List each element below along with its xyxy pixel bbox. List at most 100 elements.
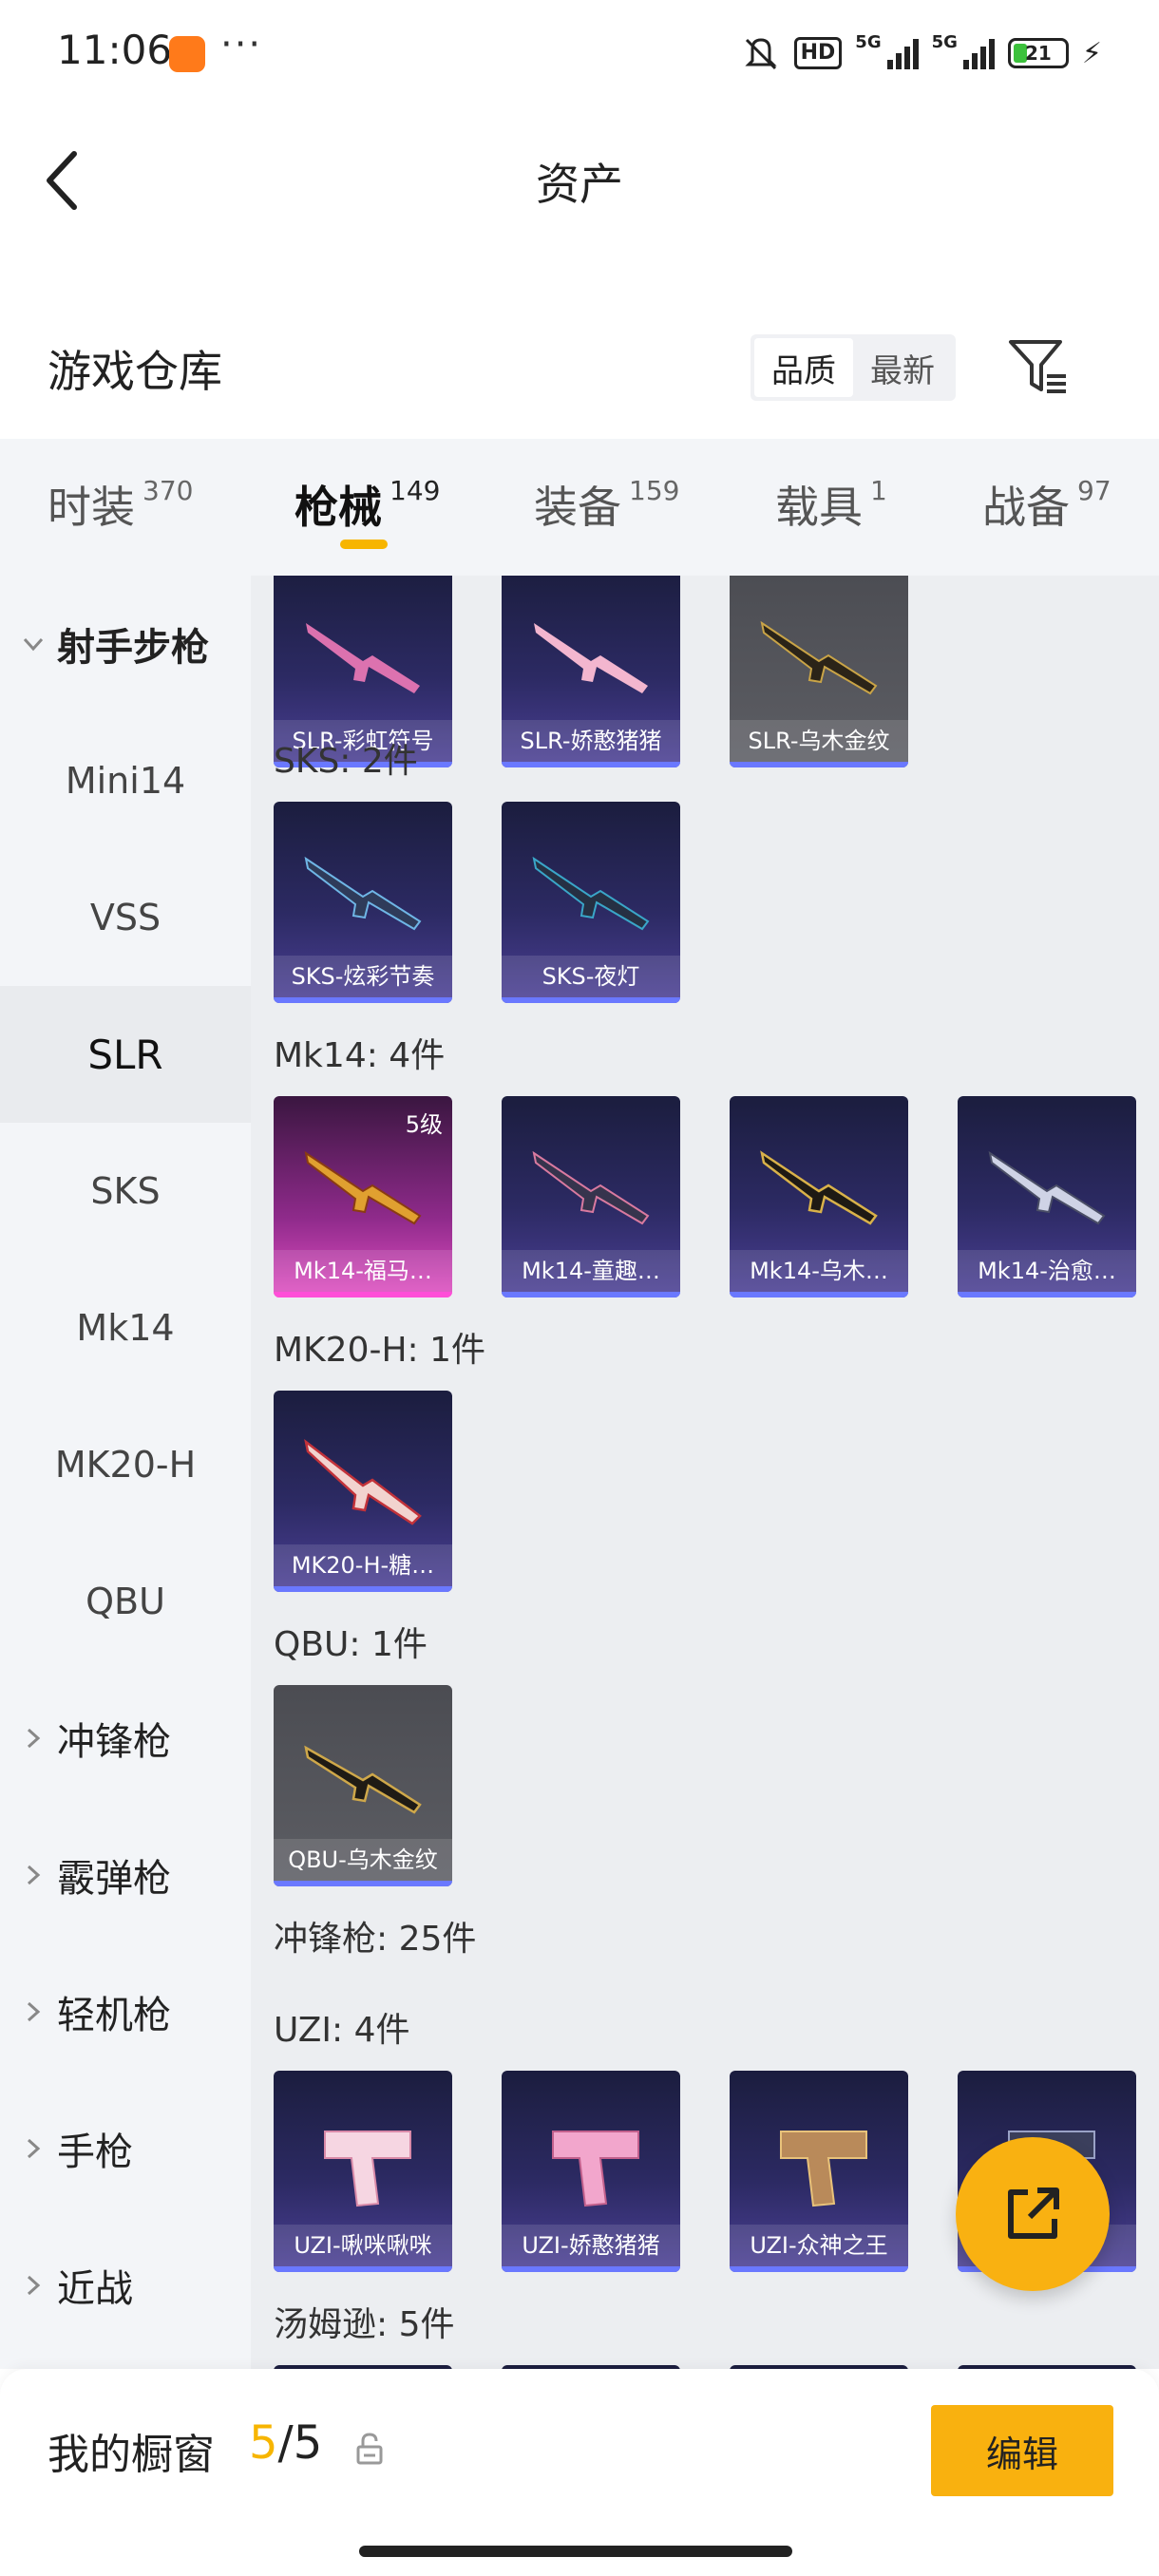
signal-icon [886, 37, 919, 69]
section-label-sks: SKS: 2件 [274, 742, 418, 781]
home-indicator [359, 2546, 792, 2557]
weapon-card-uzi-pig[interactable]: UZI-娇憨猪猪 [502, 2071, 680, 2272]
hd-icon: HD [793, 37, 843, 69]
tab-guns[interactable]: 枪械 149 [294, 473, 440, 536]
shopping-app-icon [169, 36, 205, 72]
sidebar-group-label: 射手步枪 [57, 626, 209, 670]
section-label-thompson: 汤姆逊: 5件 [274, 2305, 455, 2344]
showcase-label: 我的橱窗 [48, 2431, 215, 2479]
weapon-name: SKS-夜灯 [502, 956, 680, 997]
sort-by-quality[interactable]: 品质 [754, 338, 853, 397]
filter-icon [1009, 340, 1066, 393]
weapon-name: MK20-H-糖… [274, 1544, 452, 1586]
weapon-card-mk14-ebony[interactable]: Mk14-乌木… [730, 1096, 908, 1297]
chevron-right-icon [27, 2001, 41, 2022]
more-notifications-icon: ··· [220, 23, 263, 66]
sidebar-item-mini14[interactable]: Mini14 [0, 712, 251, 849]
section-label-mk14: Mk14: 4件 [274, 1036, 446, 1075]
app-header: 资产 [0, 104, 1159, 247]
tab-label: 装备 [534, 482, 621, 533]
lock-icon [355, 2432, 384, 2466]
warehouse-title: 游戏仓库 [48, 346, 222, 397]
battery-icon: 21 [1007, 38, 1069, 68]
weapon-name: Mk14-童趣… [502, 1250, 680, 1292]
chevron-right-icon [27, 1865, 41, 1885]
sidebar-group-melee[interactable]: 近战 [0, 2217, 251, 2354]
weapon-name: Mk14-治愈… [958, 1250, 1136, 1292]
weapon-category-sidebar: 射手步枪 Mini14 VSS SLR SKS Mk14 MK20-H QBU … [0, 576, 251, 2369]
weapon-card-mk20h-candy[interactable]: MK20-H-糖… [274, 1391, 452, 1592]
weapon-name: SLR-乌木金纹 [730, 720, 908, 762]
weapon-card-mk14-childlike[interactable]: Mk14-童趣… [502, 1096, 680, 1297]
rifle-icon [304, 856, 422, 931]
sidebar-group-shotgun[interactable]: 霰弹枪 [0, 1807, 251, 1943]
rifle-icon [760, 1150, 878, 1225]
section-label-mk20h: MK20-H: 1件 [274, 1331, 486, 1370]
tab-count: 97 [1077, 475, 1112, 506]
status-icons: HD 5G 5G 21 ⚡ [741, 32, 1102, 74]
weapon-card-qbu-ebony[interactable]: QBU-乌木金纹 [274, 1685, 452, 1886]
weapon-card-slr-ebony[interactable]: SLR-乌木金纹 [730, 576, 908, 767]
sidebar-item-slr[interactable]: SLR [0, 986, 251, 1123]
tab-fashion[interactable]: 时装 370 [48, 473, 193, 536]
chevron-right-icon [27, 2138, 41, 2159]
network-type-1: 5G [855, 32, 882, 52]
sidebar-item-mk14[interactable]: Mk14 [0, 1260, 251, 1396]
tab-count: 149 [390, 475, 441, 506]
tab-label: 枪械 [294, 482, 382, 533]
sidebar-item-qbu[interactable]: QBU [0, 1533, 251, 1670]
rifle-icon [988, 1150, 1106, 1225]
status-time: 11:06 [57, 27, 173, 73]
sort-by-newest[interactable]: 最新 [853, 338, 952, 397]
network-type-2: 5G [931, 32, 958, 52]
tab-label: 战备 [982, 482, 1070, 533]
tab-vehicles[interactable]: 载具 1 [775, 473, 887, 536]
weapon-name: QBU-乌木金纹 [274, 1839, 452, 1881]
rifle-icon [532, 1150, 650, 1225]
weapon-card-uzi-king-of-gods[interactable]: UZI-众神之王 [730, 2071, 908, 2272]
filter-button[interactable] [1005, 336, 1070, 397]
weapon-name: Mk14-福马… [274, 1250, 452, 1292]
tab-count: 159 [629, 475, 680, 506]
tab-label: 时装 [48, 482, 135, 533]
sidebar-item-mk20h[interactable]: MK20-H [0, 1396, 251, 1533]
rifle-icon [304, 1438, 422, 1525]
sidebar-group-smg[interactable]: 冲锋枪 [0, 1670, 251, 1807]
sidebar-item-sks[interactable]: SKS [0, 1123, 251, 1260]
weapon-card-uzi-kiss[interactable]: UZI-啾咪啾咪 [274, 2071, 452, 2272]
rifle-icon [532, 856, 650, 931]
weapon-name: Mk14-乌木… [730, 1250, 908, 1292]
sidebar-group-pistol[interactable]: 手枪 [0, 2080, 251, 2217]
mute-icon [741, 34, 781, 72]
chevron-right-icon [27, 1728, 41, 1749]
page-title: 资产 [536, 159, 623, 210]
smg-icon [324, 2131, 411, 2207]
sidebar-group-label: 霰弹枪 [57, 1857, 171, 1901]
sidebar-group-label: 冲锋枪 [57, 1720, 171, 1764]
rifle-icon [534, 623, 648, 693]
share-button[interactable] [956, 2137, 1110, 2291]
edit-button[interactable]: 编辑 [931, 2405, 1113, 2496]
weapon-card-sks-nightlight[interactable]: SKS-夜灯 [502, 802, 680, 1003]
tab-supplies[interactable]: 战备 97 [982, 473, 1112, 536]
sidebar-group-marksman-rifle[interactable]: 射手步枪 [0, 576, 251, 712]
sidebar-item-vss[interactable]: VSS [0, 849, 251, 986]
tab-count: 370 [142, 475, 194, 506]
weapon-card-mk14-healing[interactable]: Mk14-治愈… [958, 1096, 1136, 1297]
weapon-card-slr-pig[interactable]: SLR-娇憨猪猪 [502, 576, 680, 767]
weapon-card-sks-rhythm[interactable]: SKS-炫彩节奏 [274, 802, 452, 1003]
chevron-right-icon [27, 2275, 41, 2296]
showcase-count-total: 5 [293, 2416, 323, 2470]
weapon-card-mk14-fuma[interactable]: 5级 Mk14-福马… [274, 1096, 452, 1297]
rifle-icon [760, 620, 878, 695]
tab-equipment[interactable]: 装备 159 [534, 473, 679, 536]
weapon-name: UZI-娇憨猪猪 [502, 2225, 680, 2266]
category-tabs: 时装 370 枪械 149 装备 159 载具 1 战备 97 [0, 439, 1159, 576]
tab-label: 载具 [775, 482, 863, 533]
sidebar-group-lmg[interactable]: 轻机枪 [0, 1943, 251, 2080]
rifle-icon [306, 623, 420, 693]
sidebar-group-label: 手枪 [57, 2131, 133, 2174]
showcase-count-current: 5 [249, 2416, 278, 2470]
sidebar-group-label: 近战 [57, 2267, 133, 2311]
showcase-count: 5/5 [249, 2416, 322, 2470]
